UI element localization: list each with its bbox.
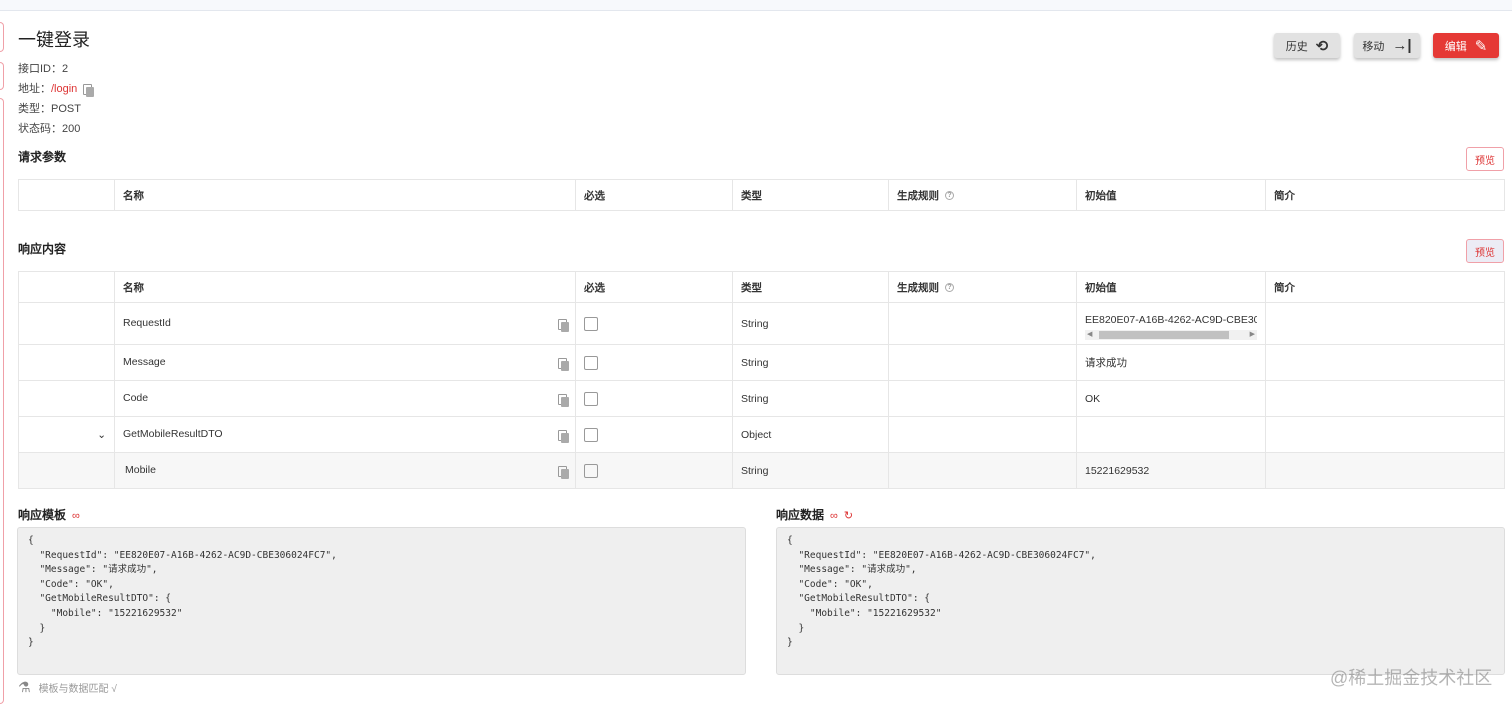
field-type: String — [732, 452, 889, 489]
field-type: Object — [732, 416, 889, 453]
field-name: Message — [123, 356, 166, 368]
label: 接口ID： — [18, 63, 62, 75]
required-checkbox[interactable] — [584, 316, 598, 331]
col-type: 类型 — [732, 179, 889, 211]
table-header: 名称 必选 类型 生成规则? 初始值 简介 — [18, 179, 1505, 211]
request-params-table: 名称 必选 类型 生成规则? 初始值 简介 — [18, 179, 1505, 211]
col-name: 名称 — [114, 179, 576, 211]
response-data-code[interactable]: { "RequestId": "EE820E07-A16B-4262-AC9D-… — [776, 527, 1505, 675]
help-icon[interactable]: ? — [945, 191, 954, 201]
flask-icon: ⚗ — [18, 679, 31, 695]
col-desc: 简介 — [1265, 179, 1505, 211]
label: 地址： — [18, 83, 51, 95]
match-text: 模板与数据匹配 √ — [38, 684, 117, 695]
field-initial: 15221629532 — [1076, 452, 1266, 489]
request-params-title: 请求参数 — [18, 150, 67, 164]
field-type: String — [732, 302, 889, 345]
value: 200 — [62, 123, 81, 135]
table-header: 名称 必选 类型 生成规则? 初始值 简介 — [18, 271, 1505, 303]
label: 生成规则 — [897, 189, 939, 202]
col-rule: 生成规则? — [888, 271, 1077, 303]
api-id: 接口ID：2 — [18, 60, 68, 76]
copy-icon[interactable] — [558, 430, 569, 443]
address-link[interactable]: /login — [51, 83, 77, 95]
table-row: RequestId String EE820E07-A16B-4262-AC9D-C… — [18, 302, 1505, 345]
response-table: 名称 必选 类型 生成规则? 初始值 简介 RequestId String EE820E07… — [18, 271, 1505, 489]
scroll-left-icon[interactable]: ◀ — [1087, 330, 1092, 338]
col-type: 类型 — [732, 271, 889, 303]
response-content-title: 响应内容 — [18, 242, 67, 256]
field-initial — [1076, 416, 1266, 453]
field-initial: OK — [1076, 380, 1266, 417]
col-required: 必选 — [575, 271, 733, 303]
sidebar-edge[interactable] — [0, 62, 4, 90]
label: 响应模板 — [18, 508, 67, 522]
chevron-down-icon[interactable]: ⌄ — [97, 429, 106, 441]
value: POST — [51, 103, 81, 115]
match-status: ⚗ 模板与数据匹配 √ — [18, 679, 117, 696]
col-initial: 初始值 — [1076, 271, 1266, 303]
col-rule: 生成规则? — [888, 179, 1077, 211]
col-initial: 初始值 — [1076, 179, 1266, 211]
link-icon[interactable]: ∞ — [72, 510, 80, 522]
required-checkbox[interactable] — [584, 427, 598, 442]
label: 历史 — [1285, 40, 1308, 53]
required-checkbox[interactable] — [584, 391, 598, 406]
col-required: 必选 — [575, 179, 733, 211]
edit-button[interactable]: 编辑 ✎ — [1433, 33, 1499, 58]
label: 编辑 — [1444, 40, 1467, 53]
copy-icon[interactable] — [558, 394, 569, 407]
copy-icon[interactable] — [83, 83, 95, 97]
api-status: 状态码：200 — [18, 120, 80, 136]
pencil-icon: ✎ — [1474, 37, 1488, 55]
table-row: Message String 请求成功 — [18, 344, 1505, 381]
field-initial: 请求成功 — [1076, 344, 1266, 381]
request-preview-button[interactable]: 预览 — [1466, 147, 1504, 171]
api-address: 地址：/login — [18, 80, 95, 97]
history-button[interactable]: 历史 ⟲ — [1274, 33, 1340, 58]
field-name: GetMobileResultDTO — [123, 428, 223, 440]
help-icon[interactable]: ? — [945, 283, 954, 293]
value: 2 — [62, 63, 69, 75]
history-icon: ⟲ — [1315, 37, 1329, 55]
response-template-title: 响应模板 ∞ — [18, 506, 80, 523]
response-preview-button[interactable]: 预览 — [1466, 239, 1504, 263]
sidebar-edge[interactable] — [0, 98, 4, 704]
table-row: Mobile String 15221629532 — [18, 452, 1505, 489]
sidebar-edge[interactable] — [0, 22, 4, 52]
field-name: Code — [123, 392, 149, 404]
copy-icon[interactable] — [558, 358, 569, 371]
label: 状态码： — [18, 123, 62, 135]
top-bar — [0, 0, 1512, 11]
scroll-right-icon[interactable]: ▶ — [1250, 330, 1255, 338]
response-data-title: 响应数据 ∞ ↻ — [776, 506, 853, 523]
field-type: String — [732, 380, 889, 417]
table-row: ⌄ GetMobileResultDTO Object — [18, 416, 1505, 453]
col-desc: 简介 — [1265, 271, 1505, 303]
move-button[interactable]: 移动 →| — [1354, 33, 1420, 58]
label: 类型： — [18, 103, 51, 115]
field-initial: EE820E07-A16B-4262-AC9D-CBE306024FC7 — [1085, 313, 1257, 326]
refresh-icon[interactable]: ↻ — [844, 510, 853, 522]
copy-icon[interactable] — [558, 466, 569, 479]
copy-icon[interactable] — [558, 319, 569, 332]
label: 响应数据 — [776, 508, 825, 522]
link-icon[interactable]: ∞ — [830, 510, 838, 522]
required-checkbox[interactable] — [584, 463, 598, 478]
label: 移动 — [1362, 40, 1385, 53]
response-template-code[interactable]: { "RequestId": "EE820E07-A16B-4262-AC9D-… — [17, 527, 746, 675]
field-type: String — [732, 344, 889, 381]
required-checkbox[interactable] — [584, 355, 598, 370]
table-row: Code String OK — [18, 380, 1505, 417]
arrow-right-bar-icon: →| — [1392, 37, 1412, 54]
expand-toggle[interactable]: ⌄ — [18, 416, 115, 453]
label: 生成规则 — [897, 281, 939, 294]
watermark: @稀土掘金技术社区 — [1330, 668, 1493, 688]
page-title: 一键登录 — [18, 30, 90, 50]
horizontal-scrollbar[interactable]: ◀ ▶ — [1085, 329, 1257, 340]
field-name: RequestId — [123, 317, 171, 329]
col-name: 名称 — [114, 271, 576, 303]
field-name: Mobile — [125, 464, 156, 476]
api-type: 类型：POST — [18, 100, 81, 116]
